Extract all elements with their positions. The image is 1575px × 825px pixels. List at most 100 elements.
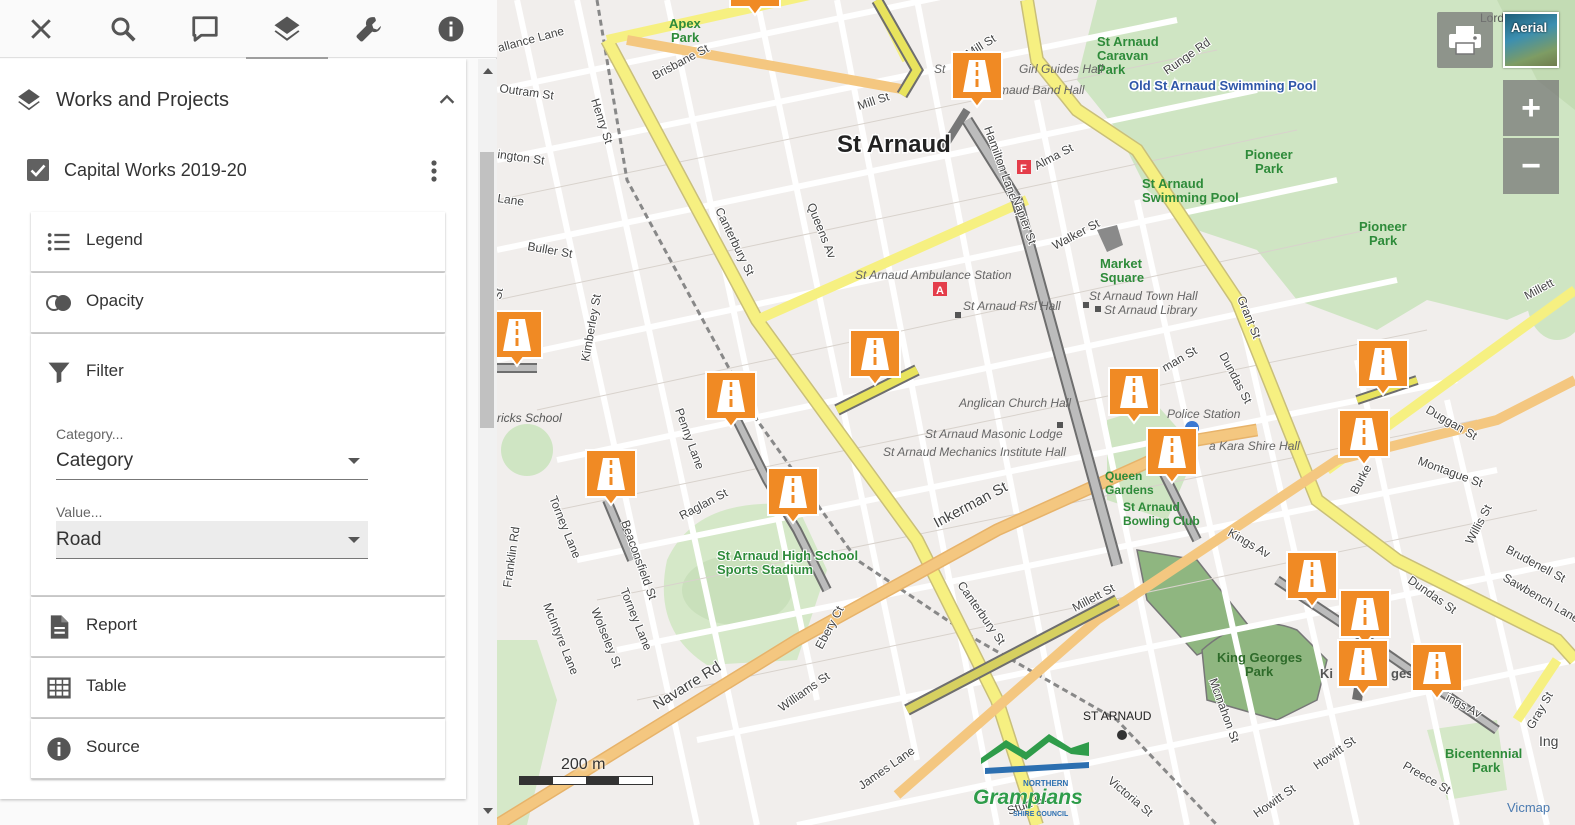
aerial-label: Aerial (1511, 20, 1548, 35)
map-attribution[interactable]: Vicmap (1507, 800, 1550, 815)
map-label: St (934, 62, 946, 76)
works-marker[interactable] (1357, 339, 1409, 396)
map-label: Bowling Club (1123, 514, 1200, 528)
comment-button[interactable] (164, 0, 246, 58)
works-marker[interactable] (1338, 409, 1390, 466)
toolbar (0, 0, 497, 59)
map-label: maud Band Hall (999, 83, 1085, 97)
street-label: Franklin Rd (500, 526, 522, 589)
tools-button[interactable] (328, 0, 410, 58)
sidebar-panel: Works and Projects Capital Works 2019-20… (0, 0, 497, 825)
app-root: Works and Projects Capital Works 2019-20… (0, 0, 1575, 825)
street-label: man St (1160, 343, 1200, 374)
works-marker[interactable] (1411, 643, 1463, 700)
scale-label: 200 m (561, 756, 606, 773)
more-vert-icon[interactable] (428, 157, 440, 185)
map-label: St Arnaud Ambulance Station (855, 268, 1012, 282)
works-marker[interactable] (767, 467, 819, 524)
works-marker[interactable] (1339, 589, 1391, 646)
opacity-icon (46, 295, 71, 311)
works-marker[interactable] (1286, 551, 1338, 608)
aerial-basemap-toggle[interactable]: Aerial (1503, 12, 1559, 68)
works-marker[interactable] (585, 449, 637, 506)
close-button[interactable] (0, 0, 82, 58)
chevron-up-icon[interactable] (436, 89, 458, 111)
category-select-value: Category (56, 450, 134, 471)
report-section[interactable]: Report (31, 597, 445, 657)
map-label: Ki (1320, 666, 1333, 681)
opacity-section[interactable]: Opacity (31, 273, 445, 333)
source-section[interactable]: Source (31, 719, 445, 779)
street-label: allance Lane (497, 24, 566, 55)
works-marker[interactable] (497, 310, 543, 367)
zoom-in-button[interactable]: + (1503, 80, 1559, 136)
layers-button[interactable] (246, 0, 328, 59)
works-marker[interactable] (705, 371, 757, 428)
logo-text-grampians: Grampians (973, 786, 1083, 809)
street-label: Ing (1539, 733, 1558, 749)
map-label: Park (671, 30, 700, 45)
map-label: Gardens (1105, 483, 1154, 497)
map-label: Park (1472, 760, 1501, 775)
map-label: St Arnaud High School (717, 548, 858, 563)
search-button[interactable] (82, 0, 164, 58)
report-label: Report (86, 615, 138, 634)
category-select[interactable]: Category (56, 442, 368, 480)
street-label: Mill St (856, 89, 892, 113)
map-label: a Kara Shire Hall (1209, 439, 1300, 453)
map-label: Pioneer (1359, 219, 1407, 234)
scale-bar-graphic (519, 776, 653, 785)
layer-checkbox[interactable] (26, 158, 50, 182)
map-label: ges (1391, 666, 1413, 681)
map-basemap: F A St Arnaud Apex Park St Arnaud Carava… (497, 0, 1575, 825)
value-select-value: Road (56, 529, 102, 550)
works-marker[interactable] (951, 51, 1003, 108)
street-label: Wolseley St (588, 606, 625, 670)
works-marker[interactable] (1337, 639, 1389, 696)
map-label: King Georges (1217, 650, 1302, 665)
map-label: Pioneer (1245, 147, 1293, 162)
works-marker[interactable] (849, 329, 901, 386)
map-label: Park (1255, 161, 1284, 176)
map-label: Bicentennial (1445, 746, 1522, 761)
works-marker[interactable] (1146, 427, 1198, 484)
dropdown-arrow-icon (348, 458, 360, 464)
table-section[interactable]: Table (31, 658, 445, 718)
scroll-up-arrow-icon[interactable] (478, 63, 497, 79)
legend-section[interactable]: Legend (31, 212, 445, 272)
map-label: ST ARNAUD (1083, 709, 1152, 723)
scroll-down-arrow-icon[interactable] (478, 803, 497, 819)
map-label: Park (1245, 664, 1274, 679)
map-label: Market (1100, 256, 1143, 271)
layer-panel[interactable]: Works and Projects Capital Works 2019-20… (0, 59, 478, 825)
panel-scrollbar[interactable] (478, 59, 497, 825)
value-select[interactable]: Road (56, 521, 368, 559)
layers-icon (274, 16, 300, 41)
print-button[interactable] (1437, 12, 1493, 68)
source-label: Source (86, 737, 140, 756)
council-logo: NORTHERN Grampians SHIRE COUNCIL (973, 734, 1089, 818)
map-label: Girl Guides Hall (1019, 62, 1103, 76)
map-label: St Arnaud Masonic Lodge (925, 427, 1063, 441)
zoom-out-button[interactable]: − (1503, 138, 1559, 194)
map-label: Police Station (1167, 407, 1241, 421)
scrollbar-thumb[interactable] (480, 152, 494, 428)
map-label: Anglican Church Hall (958, 396, 1071, 410)
info-button[interactable] (410, 0, 492, 58)
map-label: Swimming Pool (1142, 190, 1239, 205)
street-label: Victoria St (1105, 774, 1156, 820)
printer-icon (1449, 26, 1481, 55)
svg-text:A: A (936, 285, 944, 297)
map-label: St Arnaud Library (1104, 303, 1198, 317)
map-canvas[interactable]: F A St Arnaud Apex Park St Arnaud Carava… (497, 0, 1575, 825)
map-label: Apex (669, 16, 702, 31)
filter-section: Filter Category... Category Value... Roa… (31, 334, 445, 596)
street-label: Lane (497, 191, 525, 209)
layers-icon (18, 89, 40, 111)
list-icon (47, 233, 70, 251)
map-label: St Arnaud (1123, 500, 1180, 514)
layer-row-capital-works: Capital Works 2019-20 (10, 141, 462, 201)
layer-group-header[interactable]: Works and Projects (0, 59, 466, 141)
street-label: Burke (1347, 462, 1374, 497)
works-marker[interactable] (1108, 367, 1160, 424)
